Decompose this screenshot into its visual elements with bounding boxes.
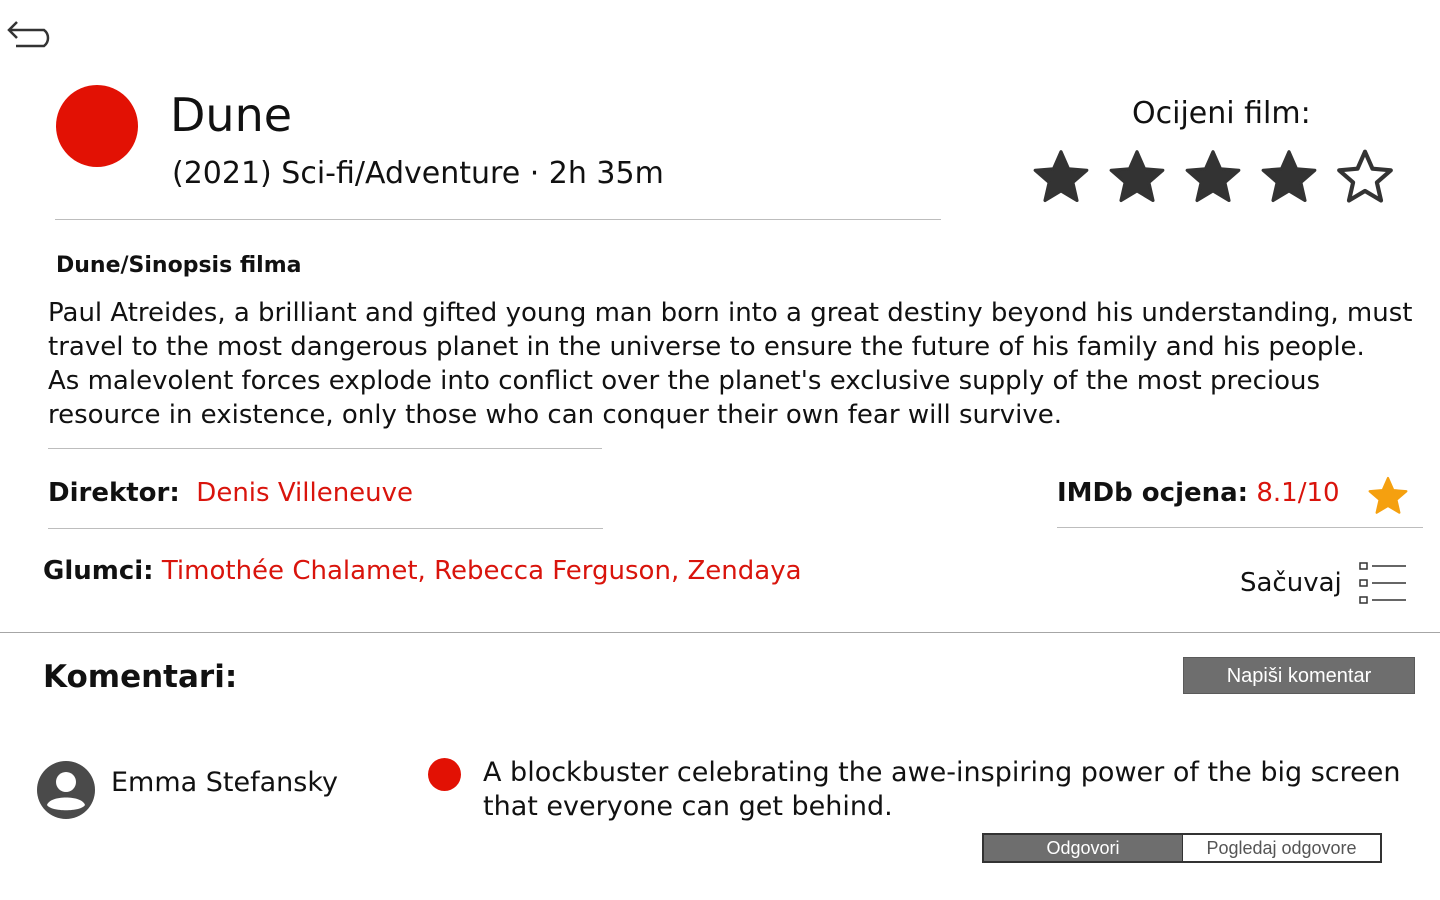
- movie-meta: (2021) Sci-fi/Adventure · 2h 35m: [172, 156, 664, 191]
- header-divider: [55, 219, 941, 220]
- synopsis-divider: [48, 448, 602, 449]
- movie-poster-thumbnail: [56, 85, 138, 167]
- director-label: Direktor:: [48, 478, 180, 508]
- star-filled-icon[interactable]: [1030, 145, 1092, 209]
- cast-label: Glumci:: [43, 556, 154, 586]
- section-divider: [0, 632, 1440, 633]
- synopsis-heading: Dune/Sinopsis filma: [56, 253, 302, 278]
- view-replies-button[interactable]: Pogledaj odgovore: [1183, 835, 1380, 861]
- checklist-icon[interactable]: [1358, 560, 1408, 606]
- write-comment-button[interactable]: Napiši komentar: [1183, 657, 1415, 694]
- star-filled-icon[interactable]: [1182, 145, 1244, 209]
- save-label[interactable]: Sačuvaj: [1240, 566, 1342, 600]
- star-filled-icon[interactable]: [1106, 145, 1168, 209]
- imdb-row: IMDb ocjena: 8.1/10: [1057, 476, 1340, 510]
- cast-row: Glumci: Timothée Chalamet, Rebecca Fergu…: [43, 554, 802, 588]
- imdb-divider: [1057, 527, 1423, 528]
- director-divider: [48, 528, 603, 529]
- comments-title: Komentari:: [43, 659, 238, 695]
- synopsis-paragraph: Paul Atreides, a brilliant and gifted yo…: [48, 298, 1413, 362]
- back-button[interactable]: [6, 18, 58, 52]
- director-value[interactable]: Denis Villeneuve: [196, 478, 413, 508]
- user-avatar-icon: [37, 761, 95, 819]
- star-empty-icon[interactable]: [1334, 145, 1396, 209]
- reply-button[interactable]: Odgovori: [984, 835, 1183, 861]
- comment-text: A blockbuster celebrating the awe-inspir…: [483, 757, 1401, 822]
- comment-marker: [428, 758, 461, 791]
- synopsis-paragraph: As malevolent forces explode into confli…: [48, 366, 1321, 430]
- star-rating[interactable]: [1030, 145, 1396, 209]
- director-row: Direktor: Denis Villeneuve: [48, 476, 413, 510]
- comment-author: Emma Stefansky: [111, 767, 339, 798]
- back-arrow-icon: [7, 21, 50, 48]
- synopsis-text: Paul Atreides, a brilliant and gifted yo…: [48, 296, 1418, 432]
- rate-label: Ocijeni film:: [1132, 96, 1311, 131]
- cast-value[interactable]: Timothée Chalamet, Rebecca Ferguson, Zen…: [162, 556, 802, 586]
- comment-actions: Odgovori Pogledaj odgovore: [982, 833, 1382, 863]
- imdb-label: IMDb ocjena:: [1057, 478, 1249, 508]
- movie-title: Dune: [170, 88, 293, 142]
- imdb-value: 8.1/10: [1256, 478, 1340, 508]
- star-filled-icon[interactable]: [1258, 145, 1320, 209]
- imdb-star-icon: [1368, 476, 1408, 514]
